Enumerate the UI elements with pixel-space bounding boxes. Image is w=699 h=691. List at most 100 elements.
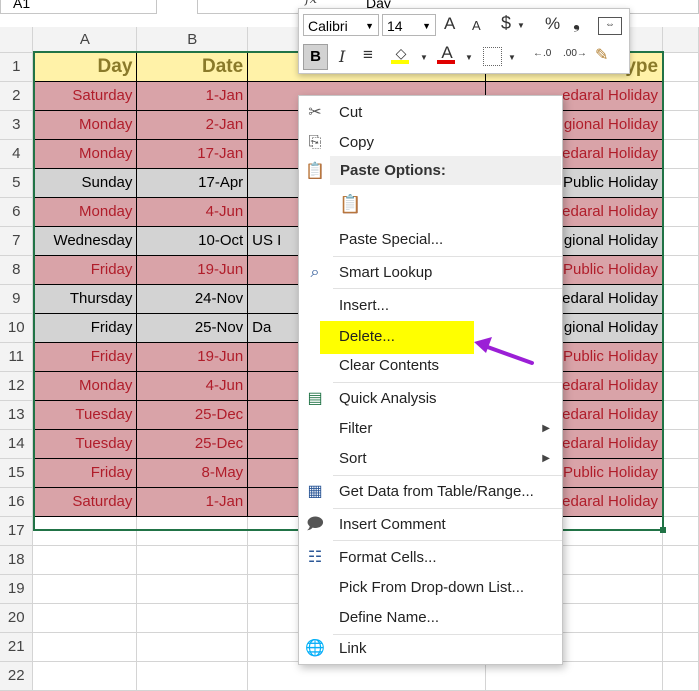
- cell[interactable]: [247, 661, 487, 691]
- cell[interactable]: [662, 661, 699, 691]
- cell[interactable]: [662, 574, 699, 604]
- cell[interactable]: [662, 255, 699, 285]
- cell[interactable]: [662, 487, 699, 517]
- column-header[interactable]: B: [136, 27, 249, 53]
- cell-date[interactable]: 19-Jun: [136, 254, 249, 285]
- cell-date-header[interactable]: Date: [136, 51, 249, 82]
- decrease-decimal-icon[interactable]: .00→: [563, 48, 587, 59]
- cell-day[interactable]: Wednesday: [32, 225, 138, 256]
- cell[interactable]: [32, 545, 138, 575]
- cell-day[interactable]: Monday: [32, 196, 138, 227]
- cell[interactable]: [136, 516, 249, 546]
- row-header[interactable]: 4: [0, 139, 34, 169]
- menu-item-link[interactable]: 🌐 Link: [299, 634, 562, 664]
- paste-button[interactable]: 📋: [339, 194, 361, 216]
- cell[interactable]: [136, 545, 249, 575]
- row-header[interactable]: 21: [0, 632, 34, 662]
- cell[interactable]: [662, 110, 699, 140]
- chevron-down-icon[interactable]: ▼: [465, 53, 473, 62]
- menu-item-filter[interactable]: Filter ▶: [299, 414, 562, 444]
- accounting-format-button[interactable]: $: [501, 13, 511, 34]
- cell[interactable]: [32, 661, 138, 691]
- cell-date[interactable]: 8-May: [136, 457, 249, 488]
- cell-date[interactable]: 19-Jun: [136, 341, 249, 372]
- menu-item-insert[interactable]: Insert...: [299, 291, 562, 321]
- cell-date[interactable]: 17-Apr: [136, 167, 249, 198]
- column-header[interactable]: A: [32, 27, 138, 53]
- cell-day-header[interactable]: Day: [32, 51, 138, 82]
- row-header[interactable]: 22: [0, 661, 34, 691]
- cell[interactable]: [662, 168, 699, 198]
- fill-color-button[interactable]: ◇: [391, 45, 411, 64]
- percent-style-button[interactable]: %: [545, 14, 560, 34]
- cell[interactable]: [485, 661, 664, 691]
- row-header[interactable]: 16: [0, 487, 34, 517]
- row-header[interactable]: 15: [0, 458, 34, 488]
- cell-day[interactable]: Monday: [32, 138, 138, 169]
- menu-item-copy[interactable]: ⎘ Copy: [299, 128, 562, 158]
- cell[interactable]: [662, 197, 699, 227]
- format-painter-icon[interactable]: ✎: [595, 45, 608, 65]
- cell-day[interactable]: Friday: [32, 312, 138, 343]
- menu-item-insert-comment[interactable]: 🗩 Insert Comment: [299, 510, 562, 540]
- font-size-dropdown[interactable]: 14 ▼: [382, 14, 436, 36]
- cell[interactable]: [662, 603, 699, 633]
- menu-item-cut[interactable]: ✂ Cut: [299, 98, 562, 128]
- chevron-down-icon[interactable]: ▼: [517, 21, 525, 30]
- italic-button[interactable]: I: [339, 47, 345, 66]
- cell[interactable]: [662, 400, 699, 430]
- increase-font-size-button[interactable]: A: [444, 14, 455, 34]
- menu-item-get-data[interactable]: ▦ Get Data from Table/Range...: [299, 477, 562, 507]
- bold-button[interactable]: B: [303, 44, 328, 70]
- font-name-dropdown[interactable]: Calibri ▼: [303, 14, 379, 36]
- cell[interactable]: [136, 603, 249, 633]
- cell-date[interactable]: 1-Jan: [136, 486, 249, 517]
- cell[interactable]: [662, 516, 699, 546]
- cell[interactable]: [662, 226, 699, 256]
- cell-day[interactable]: Thursday: [32, 283, 138, 314]
- row-header[interactable]: 17: [0, 516, 34, 546]
- decrease-font-size-button[interactable]: A: [472, 18, 481, 33]
- cell[interactable]: [136, 574, 249, 604]
- cell-day[interactable]: Friday: [32, 341, 138, 372]
- cell-day[interactable]: Saturday: [32, 80, 138, 111]
- cell-day[interactable]: Sunday: [32, 167, 138, 198]
- row-header[interactable]: 12: [0, 371, 34, 401]
- comma-style-button[interactable]: ❟: [573, 12, 580, 33]
- cell[interactable]: [32, 632, 138, 662]
- menu-item-smart-lookup[interactable]: ⌕ Smart Lookup: [299, 258, 562, 288]
- cell[interactable]: [662, 313, 699, 343]
- row-header[interactable]: 8: [0, 255, 34, 285]
- cell[interactable]: [32, 574, 138, 604]
- row-header[interactable]: 18: [0, 545, 34, 575]
- cell-day[interactable]: Friday: [32, 254, 138, 285]
- column-header[interactable]: [662, 27, 699, 53]
- menu-item-paste-special[interactable]: Paste Special...: [299, 225, 562, 255]
- cell-date[interactable]: 25-Nov: [136, 312, 249, 343]
- cell[interactable]: [662, 458, 699, 488]
- menu-item-define-name[interactable]: Define Name...: [299, 603, 562, 633]
- cell-date[interactable]: 2-Jan: [136, 109, 249, 140]
- fill-handle[interactable]: [660, 527, 666, 533]
- name-box[interactable]: A1: [0, 0, 157, 14]
- row-header[interactable]: 2: [0, 81, 34, 111]
- menu-item-quick-analysis[interactable]: ▤ Quick Analysis: [299, 384, 562, 414]
- cell[interactable]: [662, 139, 699, 169]
- cell[interactable]: [32, 516, 138, 546]
- cell[interactable]: [662, 429, 699, 459]
- cell-date[interactable]: 25-Dec: [136, 428, 249, 459]
- cell[interactable]: [662, 342, 699, 372]
- cell-day[interactable]: Friday: [32, 457, 138, 488]
- row-header[interactable]: 7: [0, 226, 34, 256]
- chevron-down-icon[interactable]: ▼: [420, 53, 428, 62]
- cell-day[interactable]: Monday: [32, 109, 138, 140]
- center-align-icon[interactable]: ≡: [363, 45, 373, 65]
- row-header[interactable]: 11: [0, 342, 34, 372]
- cell[interactable]: [136, 661, 249, 691]
- wrap-text-icon[interactable]: ⇔: [598, 17, 622, 35]
- cell-day[interactable]: Monday: [32, 370, 138, 401]
- row-header[interactable]: 5: [0, 168, 34, 198]
- row-header[interactable]: 19: [0, 574, 34, 604]
- cell[interactable]: [136, 632, 249, 662]
- menu-item-sort[interactable]: Sort ▶: [299, 444, 562, 474]
